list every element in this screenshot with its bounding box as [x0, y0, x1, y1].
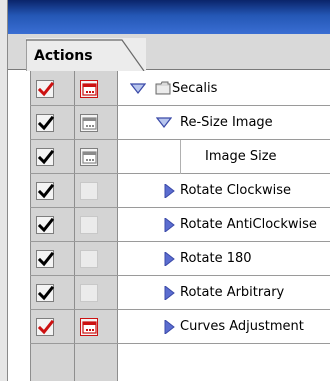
- title-bar[interactable]: [8, 0, 330, 34]
- collapse-right-triangle-icon[interactable]: [162, 184, 178, 198]
- tab-actions-label: Actions: [34, 48, 93, 64]
- action-label: Curves Adjustment: [180, 319, 304, 334]
- toggle-item-checkbox[interactable]: [36, 182, 54, 200]
- toggle-item-checkbox[interactable]: [36, 284, 54, 302]
- toggle-item-checkbox[interactable]: [36, 148, 54, 166]
- window-left-border: [0, 0, 8, 381]
- toggle-dialog-box[interactable]: [80, 114, 98, 132]
- expand-down-triangle-icon[interactable]: [156, 116, 172, 130]
- collapse-right-triangle-icon[interactable]: [162, 252, 178, 266]
- toggle-item-checkbox[interactable]: [36, 114, 54, 132]
- toggle-item-checkbox[interactable]: [36, 80, 54, 98]
- toggle-item-checkbox[interactable]: [36, 318, 54, 336]
- action-label: Rotate Arbitrary: [180, 285, 285, 300]
- toggle-dialog-box[interactable]: [80, 216, 98, 234]
- checkmark-icon: [38, 150, 54, 165]
- checkmark-icon: [38, 252, 54, 267]
- action-label: Rotate 180: [180, 251, 252, 266]
- toggle-dialog-box[interactable]: [80, 182, 98, 200]
- dialog-icon: [82, 83, 97, 96]
- toggle-dialog-box[interactable]: [80, 318, 98, 336]
- dialog-icon: [82, 151, 97, 164]
- action-label: Re-Size Image: [180, 115, 273, 130]
- folder-icon: [155, 81, 171, 95]
- collapse-right-triangle-icon[interactable]: [162, 286, 178, 300]
- dialog-icon: [82, 117, 97, 130]
- dialog-icon: [82, 321, 97, 334]
- checkmark-icon: [38, 82, 54, 97]
- toggle-dialog-box[interactable]: [80, 80, 98, 98]
- action-step-label: Image Size: [205, 149, 277, 164]
- toggle-dialog-box[interactable]: [80, 148, 98, 166]
- collapse-right-triangle-icon[interactable]: [162, 320, 178, 334]
- checkmark-icon: [38, 320, 54, 335]
- expand-down-triangle-icon[interactable]: [130, 82, 146, 96]
- checkmark-icon: [38, 286, 54, 301]
- checkmark-icon: [38, 184, 54, 199]
- toggle-item-checkbox[interactable]: [36, 216, 54, 234]
- checkmark-icon: [38, 116, 54, 131]
- step-indent-guide: [180, 140, 181, 174]
- toggle-dialog-box[interactable]: [80, 250, 98, 268]
- action-label: Rotate Clockwise: [180, 183, 292, 198]
- checkmark-icon: [38, 218, 54, 233]
- action-label: Rotate AntiClockwise: [180, 217, 317, 232]
- action-set-label: Secalis: [172, 81, 218, 96]
- toggle-dialog-box[interactable]: [80, 284, 98, 302]
- collapse-right-triangle-icon[interactable]: [162, 218, 178, 232]
- toggle-item-checkbox[interactable]: [36, 250, 54, 268]
